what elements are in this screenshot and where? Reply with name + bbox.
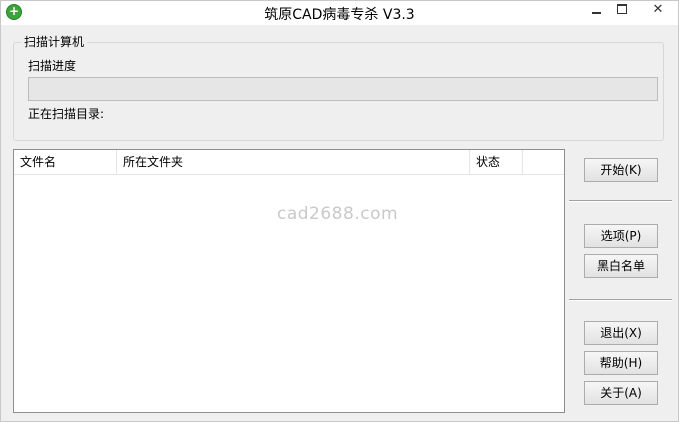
close-button[interactable]: ✕ [638,1,678,21]
app-window: + 筑原CAD病毒专杀 V3.3 ✕ 扫描计算机 扫描进度 正在扫描目录: 文件… [0,0,679,422]
window-title: 筑原CAD病毒专杀 V3.3 [264,7,415,23]
blackwhite-list-button[interactable]: 黑白名单 [584,254,658,278]
maximize-icon [617,4,627,14]
minimize-button[interactable] [586,1,606,21]
exit-button[interactable]: 退出(X) [584,321,658,345]
button-separator [569,200,672,202]
column-header-filename[interactable]: 文件名 [14,150,117,174]
minimize-icon [591,11,601,14]
scan-group-legend: 扫描计算机 [21,33,88,50]
column-header-folder[interactable]: 所在文件夹 [117,150,470,174]
start-button[interactable]: 开始(K) [584,158,658,182]
results-list[interactable]: 文件名 所在文件夹 状态 [13,149,565,413]
scan-progress-label: 扫描进度 [28,59,77,73]
list-header: 文件名 所在文件夹 状态 [14,150,564,175]
watermark-text: cad2688.com [277,204,399,224]
options-button[interactable]: 选项(P) [584,224,658,248]
column-header-status[interactable]: 状态 [470,150,523,174]
about-button[interactable]: 关于(A) [584,381,658,405]
button-separator [569,299,672,301]
current-directory-label: 正在扫描目录: [28,107,105,121]
maximize-button[interactable] [612,1,632,21]
help-button[interactable]: 帮助(H) [584,351,658,375]
title-bar[interactable]: + 筑原CAD病毒专杀 V3.3 ✕ [1,1,678,25]
scan-progress-bar [28,77,658,101]
